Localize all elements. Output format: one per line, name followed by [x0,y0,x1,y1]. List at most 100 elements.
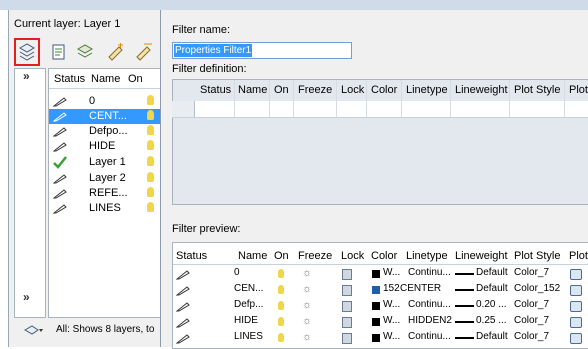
layer-row[interactable]: LINES [49,201,160,216]
preview-linetype: Continu... [408,331,451,342]
preview-color: W... [383,331,401,342]
prev-col-color[interactable]: Color [371,250,397,262]
prev-col-plot-style[interactable]: Plot Style [514,250,560,262]
def-col-status[interactable]: Status [200,84,231,96]
preview-color: W... [383,315,401,326]
preview-name: Defp... [234,299,264,310]
def-col-color[interactable]: Color [371,84,397,96]
color-swatch[interactable] [372,318,380,326]
printer-icon[interactable] [570,285,582,296]
new-layer-vp-frozen-icon[interactable] [134,42,154,62]
row-selector[interactable] [172,101,195,117]
filter-dialog-titlebar[interactable] [160,0,588,10]
on-bulb-icon[interactable] [147,172,154,182]
color-swatch[interactable] [372,270,380,278]
prev-col-on[interactable]: On [274,250,289,262]
color-swatch[interactable] [372,286,380,294]
layer-row[interactable]: Layer 1 [49,155,160,170]
layer-states-manager-icon[interactable] [76,42,96,62]
preview-row[interactable]: HIDE ☼ W... HIDDEN2 0.25 ... Color_7 [172,314,588,330]
column-header-status[interactable]: Status [54,73,85,85]
color-swatch[interactable] [372,302,380,310]
thaw-sun-icon[interactable]: ☼ [302,299,312,311]
new-layer-icon[interactable] [106,42,126,62]
layer-row[interactable]: Layer 2 [49,171,160,186]
unlock-icon[interactable] [342,333,352,344]
new-property-filter-icon[interactable] [17,42,37,62]
on-bulb-icon[interactable] [278,317,284,326]
on-bulb-icon[interactable] [147,95,154,105]
printer-icon[interactable] [570,269,582,280]
def-col-name[interactable]: Name [238,84,267,96]
def-col-plot-style[interactable]: Plot Style [514,84,560,96]
def-col-linetype[interactable]: Linetype [406,84,448,96]
new-group-filter-icon[interactable] [50,42,70,62]
expand-filter-tree-top[interactable]: » [23,69,30,83]
prev-col-freeze[interactable]: Freeze [298,250,332,262]
prev-col-linetype[interactable]: Linetype [406,250,448,262]
layer-status-icon [176,334,190,344]
def-col-plot[interactable]: Plot [569,84,588,96]
header-divider [49,88,160,89]
thaw-sun-icon[interactable]: ☼ [302,267,312,279]
thaw-sun-icon[interactable]: ☼ [302,283,312,295]
preview-row[interactable]: 0 ☼ W... Continu... Default Color_7 [172,266,588,282]
on-bulb-icon[interactable] [278,301,284,310]
preview-lineweight: 0.25 ... [476,315,507,326]
layer-row[interactable]: 0 [49,94,160,109]
prev-col-plot[interactable]: Plot [569,250,588,262]
on-bulb-icon[interactable] [278,333,284,342]
preview-row[interactable]: LINES ☼ W... Continu... Default Color_7 [172,330,588,346]
on-bulb-icon[interactable] [147,125,154,135]
prev-col-name[interactable]: Name [238,250,267,262]
layer-name: 0 [89,95,96,107]
on-bulb-icon[interactable] [147,202,154,212]
current-layer-check-icon [53,156,67,169]
layer-row[interactable]: CENT... [49,109,160,124]
on-bulb-icon[interactable] [147,187,154,197]
prev-col-lock[interactable]: Lock [341,250,364,262]
preview-linetype: Continu... [408,299,451,310]
unlock-icon[interactable] [342,269,352,280]
expand-filter-tree-bottom[interactable]: » [23,290,30,304]
prev-col-lineweight[interactable]: Lineweight [455,250,508,262]
thaw-sun-icon[interactable]: ☼ [302,331,312,343]
color-swatch[interactable] [372,334,380,342]
on-bulb-icon[interactable] [278,285,284,294]
def-col-freeze[interactable]: Freeze [298,84,332,96]
unlock-icon[interactable] [342,285,352,296]
printer-icon[interactable] [570,317,582,328]
col-divider [336,80,337,117]
filter-tree-panel[interactable] [14,68,46,318]
layer-manager-titlebar[interactable] [0,0,160,10]
def-col-lineweight[interactable]: Lineweight [455,84,508,96]
prev-col-status[interactable]: Status [176,250,207,262]
column-header-name[interactable]: Name [91,73,120,85]
preview-header-divider [173,264,588,265]
layer-row[interactable]: HIDE [49,139,160,154]
filter-name-input[interactable]: Properties Filter1 [172,42,352,59]
printer-icon[interactable] [570,333,582,344]
preview-lineweight: Default [476,267,508,278]
on-bulb-icon[interactable] [147,110,154,120]
layer-row[interactable]: Defpo... [49,124,160,139]
lineweight-line [455,321,474,323]
layer-status-bar: All: Shows 8 layers, to [10,318,160,342]
column-header-on[interactable]: On [128,73,143,85]
col-divider [293,80,294,117]
unlock-icon[interactable] [342,301,352,312]
def-col-lock[interactable]: Lock [341,84,364,96]
on-bulb-icon[interactable] [147,140,154,150]
def-col-on[interactable]: On [274,84,289,96]
layer-status-icon [53,204,67,214]
preview-row[interactable]: Defp... ☼ W... Continu... 0.20 ... Color… [172,298,588,314]
layer-row[interactable]: REFE... [49,186,160,201]
thaw-sun-icon[interactable]: ☼ [302,315,312,327]
preview-row[interactable]: CEN... ☼ 152 CENTER Default Color_152 [172,282,588,298]
on-bulb-icon[interactable] [147,156,154,166]
filter-dropdown-icon[interactable] [24,324,44,336]
printer-icon[interactable] [570,301,582,312]
unlock-icon[interactable] [342,317,352,328]
col-divider [564,80,565,117]
on-bulb-icon[interactable] [278,269,284,278]
